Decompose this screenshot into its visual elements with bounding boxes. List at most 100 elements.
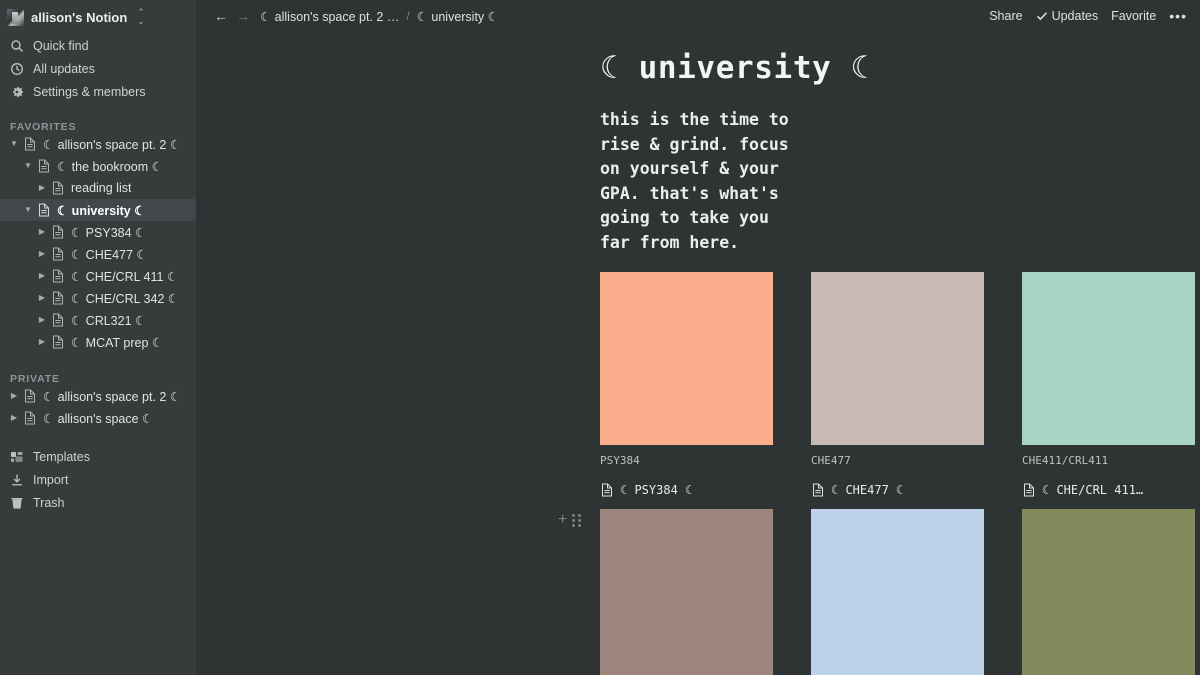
share-button[interactable]: Share	[989, 9, 1022, 23]
page-icon	[50, 313, 66, 327]
sidebar-page-label: ☾ MCAT prep ☾	[71, 335, 164, 350]
gear-icon	[9, 84, 24, 99]
card-page-link[interactable]: ☾ CHE/CRL 411…	[1022, 483, 1195, 497]
check-icon	[1036, 12, 1047, 21]
sidebar-item-templates[interactable]: Templates	[0, 445, 196, 468]
search-icon	[9, 38, 24, 53]
chevron-right-icon[interactable]: ▶	[34, 184, 50, 192]
sidebar-page-the-bookroom[interactable]: ▼ ☾ the bookroom ☾	[0, 155, 196, 177]
chevron-right-icon[interactable]: ▶	[34, 316, 50, 324]
sidebar-page-crl321[interactable]: ▶ ☾ CRL321 ☾	[0, 309, 196, 331]
breadcrumb-item-current[interactable]: ☾ university ☾	[417, 9, 499, 24]
favorites-section: FAVORITES ▼ ☾ allison's space pt. 2 ☾ ▼ …	[0, 115, 196, 353]
workspace-switcher[interactable]: allison's Notion ⌃ ⌄	[0, 4, 196, 30]
sidebar-page-mcat-prep[interactable]: ▶ ☾ MCAT prep ☾	[0, 331, 196, 353]
sidebar-page-label: ☾ the bookroom ☾	[57, 159, 163, 174]
gallery-card[interactable]: CHE411/CRL411 ☾ CHE/CRL 411…	[1022, 272, 1195, 497]
sidebar-page-label: ☾ university ☾	[57, 203, 146, 218]
sidebar-private-allisons-space-pt2[interactable]: ▶ ☾ allison's space pt. 2 ☾	[0, 385, 196, 407]
chevron-down-icon[interactable]: ▼	[20, 206, 36, 214]
card-color-swatch[interactable]	[600, 272, 773, 445]
sidebar-private-allisons-space[interactable]: ▶ ☾ allison's space ☾	[0, 407, 196, 429]
sidebar-item-quick-find[interactable]: Quick find	[0, 34, 196, 57]
main-content: ← → ☾ allison's space pt. 2 … / ☾ univer…	[196, 0, 1200, 675]
page-icon	[22, 389, 38, 403]
card-color-swatch[interactable]	[811, 272, 984, 445]
chevron-updown-icon: ⌃ ⌄	[137, 7, 145, 26]
sidebar-page-university[interactable]: ▼ ☾ university ☾	[0, 199, 196, 221]
page-icon	[600, 483, 614, 497]
sidebar-page-che477[interactable]: ▶ ☾ CHE477 ☾	[0, 243, 196, 265]
private-section: PRIVATE ▶ ☾ allison's space pt. 2 ☾ ▶ ☾ …	[0, 367, 196, 429]
topbar: ← → ☾ allison's space pt. 2 … / ☾ univer…	[196, 0, 1200, 32]
sidebar-item-label: Import	[33, 472, 69, 487]
gallery-card[interactable]: CHE342/CRL342 ☾ CHE/CRL 342…	[600, 509, 773, 675]
private-label: PRIVATE	[10, 373, 60, 385]
card-page-link[interactable]: ☾ PSY384 ☾	[600, 483, 773, 497]
workspace-name: allison's Notion	[31, 9, 128, 25]
chevron-right-icon[interactable]: ▶	[34, 294, 50, 302]
sidebar-page-che-crl-342[interactable]: ▶ ☾ CHE/CRL 342 ☾	[0, 287, 196, 309]
card-page-link[interactable]: ☾ CHE477 ☾	[811, 483, 984, 497]
page-icon	[50, 269, 66, 283]
chevron-right-icon[interactable]: ▶	[6, 414, 22, 422]
updates-button[interactable]: Updates	[1036, 9, 1098, 23]
sidebar-item-settings-members[interactable]: Settings & members	[0, 80, 196, 103]
trash-icon	[9, 495, 24, 510]
chevron-right-icon[interactable]: ▶	[34, 272, 50, 280]
sidebar-page-reading-list[interactable]: ▶ reading list	[0, 177, 196, 199]
card-caption: CHE477	[811, 454, 851, 467]
sidebar-item-label: All updates	[33, 61, 95, 76]
chevron-right-icon[interactable]: ▶	[6, 392, 22, 400]
clock-icon	[9, 61, 24, 76]
plus-icon[interactable]: +	[558, 512, 567, 528]
card-page-link-label: ☾ PSY384 ☾	[620, 483, 693, 497]
sidebar-page-allisons-space-pt2[interactable]: ▼ ☾ allison's space pt. 2 ☾	[0, 133, 196, 155]
card-color-swatch[interactable]	[811, 509, 984, 675]
workspace-avatar	[7, 8, 24, 26]
sidebar-page-label: ☾ allison's space pt. 2 ☾	[43, 389, 182, 404]
page-icon	[36, 203, 52, 217]
card-color-swatch[interactable]	[1022, 509, 1195, 675]
sidebar-page-che-crl-411[interactable]: ▶ ☾ CHE/CRL 411 ☾	[0, 265, 196, 287]
sidebar-item-import[interactable]: Import	[0, 468, 196, 491]
sidebar-page-label: ☾ CRL321 ☾	[71, 313, 147, 328]
arrow-left-icon[interactable]: ←	[210, 5, 232, 27]
breadcrumb: ☾ allison's space pt. 2 … / ☾ university…	[260, 9, 499, 24]
more-options-button[interactable]: •••	[1169, 9, 1187, 23]
page-icon	[1022, 483, 1036, 497]
page-icon	[22, 137, 38, 151]
page-paragraph[interactable]: this is the time to rise & grind. focus …	[196, 86, 806, 255]
sidebar-page-label: ☾ CHE/CRL 411 ☾	[71, 269, 179, 284]
page-icon	[50, 247, 66, 261]
page-title[interactable]: ☾ university ☾	[196, 32, 1200, 86]
sidebar-item-label: Quick find	[33, 38, 89, 53]
sidebar-item-all-updates[interactable]: All updates	[0, 57, 196, 80]
breadcrumb-separator: /	[406, 9, 410, 23]
card-color-swatch[interactable]	[600, 509, 773, 675]
page-icon	[50, 335, 66, 349]
arrow-right-icon[interactable]: →	[232, 5, 254, 27]
import-icon	[9, 472, 24, 487]
drag-handle-icon[interactable]	[572, 513, 582, 527]
gallery-card[interactable]: CHE477 ☾ CHE477 ☾	[811, 272, 984, 497]
favorite-button[interactable]: Favorite	[1111, 9, 1156, 23]
sidebar-item-trash[interactable]: Trash	[0, 491, 196, 514]
page-icon	[811, 483, 825, 497]
breadcrumb-item-parent[interactable]: ☾ allison's space pt. 2 …	[260, 9, 399, 24]
gallery-card[interactable]: MCAT PREP ☾ MCAT prep ☾	[1022, 509, 1195, 675]
gallery-card[interactable]: PSY384 ☾ PSY384 ☾	[600, 272, 773, 497]
chevron-down-icon[interactable]: ▼	[6, 140, 22, 148]
sidebar-page-psy384[interactable]: ▶ ☾ PSY384 ☾	[0, 221, 196, 243]
gallery-card[interactable]: CRL321 ☾ CRL321 ☾	[811, 509, 984, 675]
sidebar-page-label: ☾ CHE477 ☾	[71, 247, 148, 262]
chevron-right-icon[interactable]: ▶	[34, 338, 50, 346]
chevron-right-icon[interactable]: ▶	[34, 228, 50, 236]
card-color-swatch[interactable]	[1022, 272, 1195, 445]
templates-icon	[9, 449, 24, 464]
sidebar-page-label: ☾ PSY384 ☾	[71, 225, 147, 240]
chevron-down-icon[interactable]: ▼	[20, 162, 36, 170]
chevron-right-icon[interactable]: ▶	[34, 250, 50, 258]
card-page-link-label: ☾ CHE477 ☾	[831, 483, 904, 497]
sidebar-item-label: Settings & members	[33, 84, 146, 99]
